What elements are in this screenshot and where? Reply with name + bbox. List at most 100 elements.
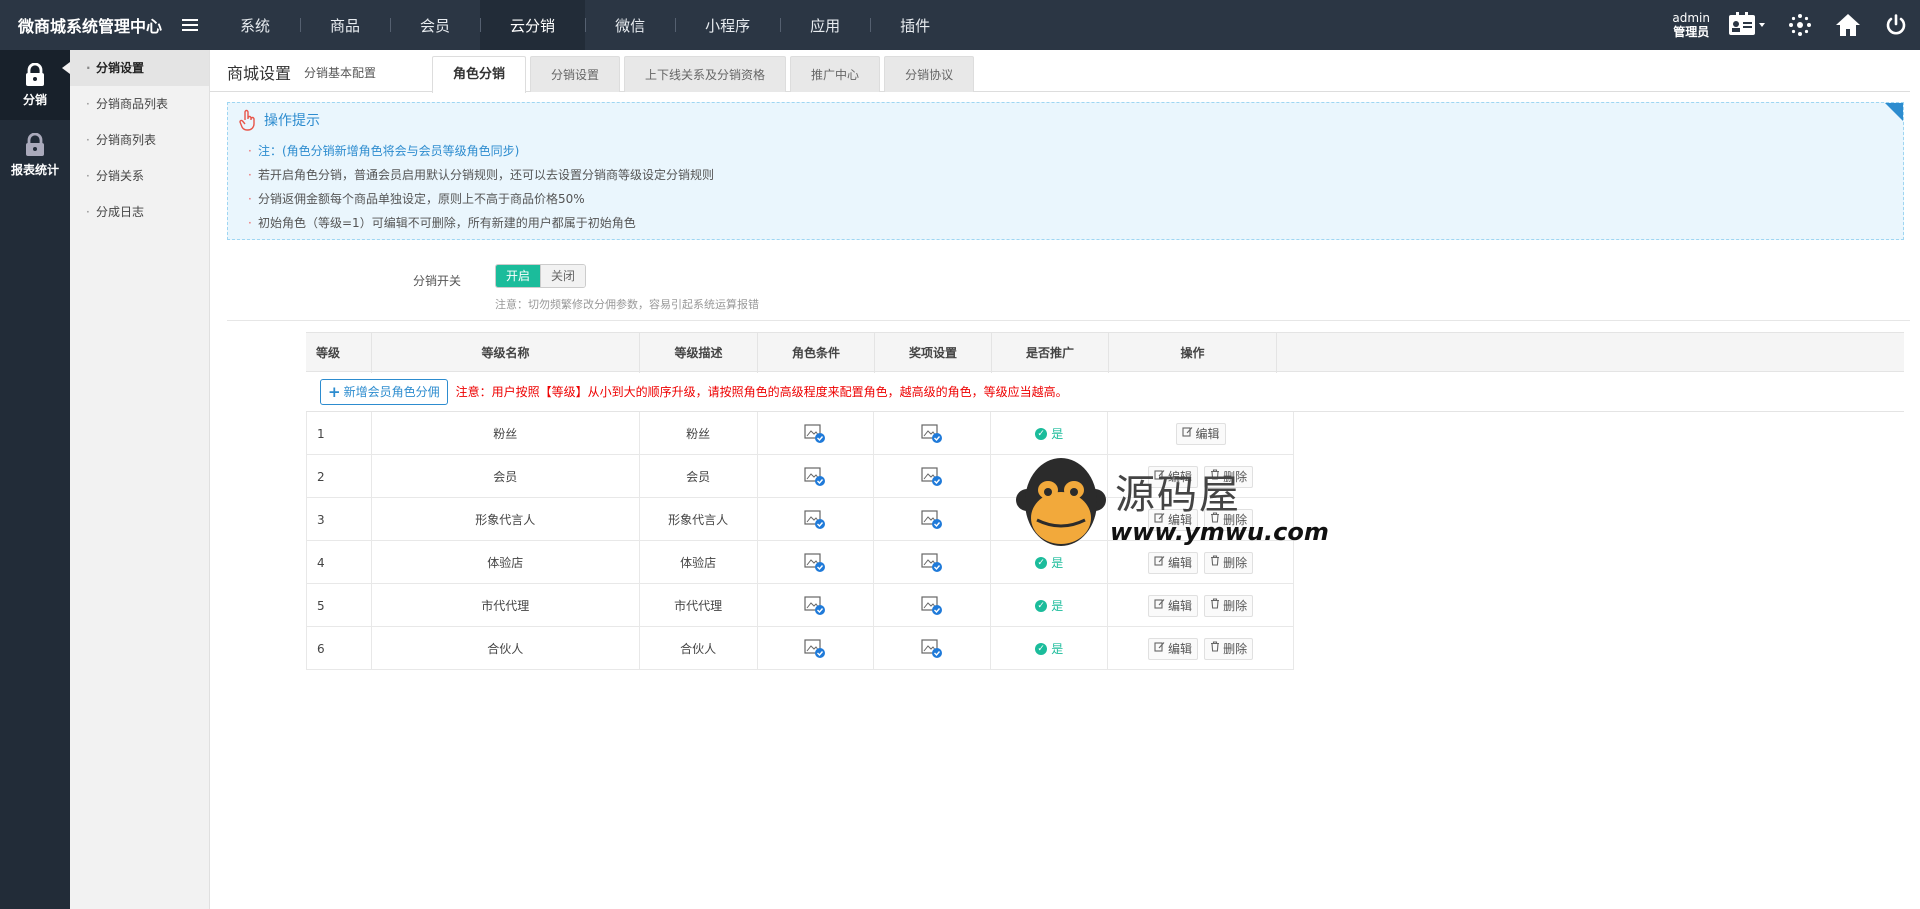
nav-item-plugins[interactable]: 插件: [870, 0, 960, 50]
edit-button[interactable]: 编辑: [1148, 551, 1199, 574]
id-card-icon[interactable]: [1720, 0, 1776, 50]
cell-level-desc: 市代代理: [640, 584, 758, 627]
cell-level-desc: 粉丝: [640, 412, 758, 455]
switch-on-button[interactable]: 开启: [496, 265, 541, 287]
tab-promotion-center[interactable]: 推广中心: [790, 56, 881, 92]
sidebar-item-commission-log[interactable]: 分成日志: [70, 194, 209, 230]
edit-icon: [1154, 596, 1165, 616]
delete-button[interactable]: 删除: [1204, 637, 1254, 660]
switch-label: 分销开关: [413, 274, 462, 288]
cell-level-desc: 形象代言人: [640, 498, 758, 541]
lock-icon: [26, 62, 44, 86]
sidebar-item-distributors[interactable]: 分销商列表: [70, 122, 209, 158]
module-distribution[interactable]: 分销: [0, 50, 70, 120]
tab-distribution-agreement[interactable]: 分销协议: [884, 56, 975, 92]
edit-button[interactable]: 编辑: [1148, 594, 1199, 617]
cell-award-settings: [874, 584, 992, 627]
award-settings-icon[interactable]: [921, 595, 943, 616]
delete-button[interactable]: 删除: [1204, 551, 1254, 574]
cell-level-name: 体验店: [372, 541, 640, 584]
cell-level: 3: [306, 498, 372, 541]
edit-button[interactable]: 编辑: [1175, 422, 1226, 445]
tips-list: 注：(角色分销新增角色将会与会员等级角色同步) 若开启角色分销，普通会员启用默认…: [248, 139, 714, 235]
cell-level-name: 会员: [372, 455, 640, 498]
cell-level-name: 合伙人: [372, 627, 640, 670]
award-settings-icon[interactable]: [921, 466, 943, 487]
table-header: 等级 等级名称 等级描述 角色条件 奖项设置 是否推广 操作: [306, 332, 1904, 373]
col-empty: [1277, 333, 1904, 373]
check-circle-icon: ✓: [1035, 642, 1048, 655]
tips-title-text: 操作提示: [264, 113, 320, 129]
home-icon[interactable]: [1824, 0, 1872, 50]
delete-button[interactable]: 删除: [1204, 594, 1254, 617]
tab-role-distribution[interactable]: 角色分销: [432, 56, 527, 93]
add-role-commission-label: 新增会员角色分佣: [343, 384, 440, 399]
monkey-logo-icon: [1016, 458, 1106, 546]
edit-label: 编辑: [1168, 598, 1193, 613]
role-condition-icon[interactable]: [804, 552, 826, 573]
table-row: 1 粉丝 粉丝 ✓ 是编辑: [306, 412, 1294, 455]
edit-icon: [1154, 639, 1165, 659]
cell-level-desc: 体验店: [640, 541, 758, 584]
nav-item-goods[interactable]: 商品: [300, 0, 390, 50]
brand-title: 微商城系统管理中心: [18, 17, 163, 36]
module-distribution-label: 分销: [22, 92, 47, 107]
admin-name: admin: [1672, 11, 1710, 25]
tab-distribution-settings[interactable]: 分销设置: [530, 56, 621, 92]
edit-label: 编辑: [1195, 426, 1220, 441]
promote-yes-label: 是: [1051, 427, 1064, 441]
cell-award-settings: [874, 455, 992, 498]
top-right-tools: admin 管理员: [1672, 0, 1920, 50]
col-role-condition: 角色条件: [758, 333, 875, 373]
tab-relations-qualification[interactable]: 上下线关系及分销资格: [624, 56, 787, 92]
award-settings-icon[interactable]: [921, 638, 943, 659]
cell-role-condition: [758, 455, 875, 498]
edit-label: 编辑: [1168, 555, 1193, 570]
nav-item-cloud-distribution[interactable]: 云分销: [480, 0, 586, 50]
hand-pointer-icon: [239, 109, 255, 131]
tips-title: 操作提示: [238, 109, 320, 131]
cell-promote: ✓是: [991, 584, 1109, 627]
award-settings-icon[interactable]: [921, 509, 943, 530]
power-icon[interactable]: [1872, 0, 1920, 50]
role-condition-icon[interactable]: [804, 638, 826, 659]
menu-toggle-icon[interactable]: [182, 16, 199, 34]
module-report[interactable]: 报表统计: [0, 120, 70, 190]
nav-item-mini-program[interactable]: 小程序: [675, 0, 780, 50]
nav-item-system[interactable]: 系统: [210, 0, 300, 50]
cell-actions: 编辑 删除: [1108, 627, 1294, 670]
admin-info[interactable]: admin 管理员: [1672, 11, 1710, 39]
cell-award-settings: [874, 498, 992, 541]
award-settings-icon[interactable]: [921, 423, 943, 444]
nav-item-wechat[interactable]: 微信: [585, 0, 675, 50]
cell-level: 1: [306, 412, 372, 455]
delete-label: 删除: [1223, 598, 1248, 613]
nav-item-member[interactable]: 会员: [390, 0, 480, 50]
role-condition-icon[interactable]: [804, 466, 826, 487]
settings-dots-icon[interactable]: [1776, 0, 1824, 50]
page-subtitle: 分销基本配置: [304, 66, 377, 80]
role-condition-icon[interactable]: [804, 595, 826, 616]
watermark-text: 源码屋: [1115, 472, 1241, 518]
role-condition-icon[interactable]: [804, 509, 826, 530]
promote-status: ✓是: [1035, 554, 1063, 571]
sidebar-item-distribution-goods[interactable]: 分销商品列表: [70, 86, 209, 122]
nav-item-apps[interactable]: 应用: [780, 0, 870, 50]
module-report-label: 报表统计: [10, 162, 59, 177]
cell-level-name: 市代代理: [372, 584, 640, 627]
trash-icon: [1210, 639, 1220, 659]
role-condition-icon[interactable]: [804, 423, 826, 444]
cell-actions: 编辑 删除: [1108, 584, 1294, 627]
distribution-switch[interactable]: 开启 关闭: [495, 264, 587, 288]
sidebar-item-distribution-settings[interactable]: 分销设置: [62, 50, 209, 86]
check-circle-icon: ✓: [1035, 599, 1048, 612]
promote-yes-label: 是: [1051, 599, 1064, 613]
delete-label: 删除: [1223, 641, 1248, 656]
edit-button[interactable]: 编辑: [1148, 637, 1199, 660]
tips-corner-icon[interactable]: [1885, 103, 1903, 121]
sidebar-item-relations[interactable]: 分销关系: [70, 158, 209, 194]
award-settings-icon[interactable]: [921, 552, 943, 573]
switch-off-button[interactable]: 关闭: [540, 265, 586, 287]
cell-level-name: 粉丝: [372, 412, 640, 455]
add-role-commission-button[interactable]: + 新增会员角色分佣: [320, 378, 448, 405]
